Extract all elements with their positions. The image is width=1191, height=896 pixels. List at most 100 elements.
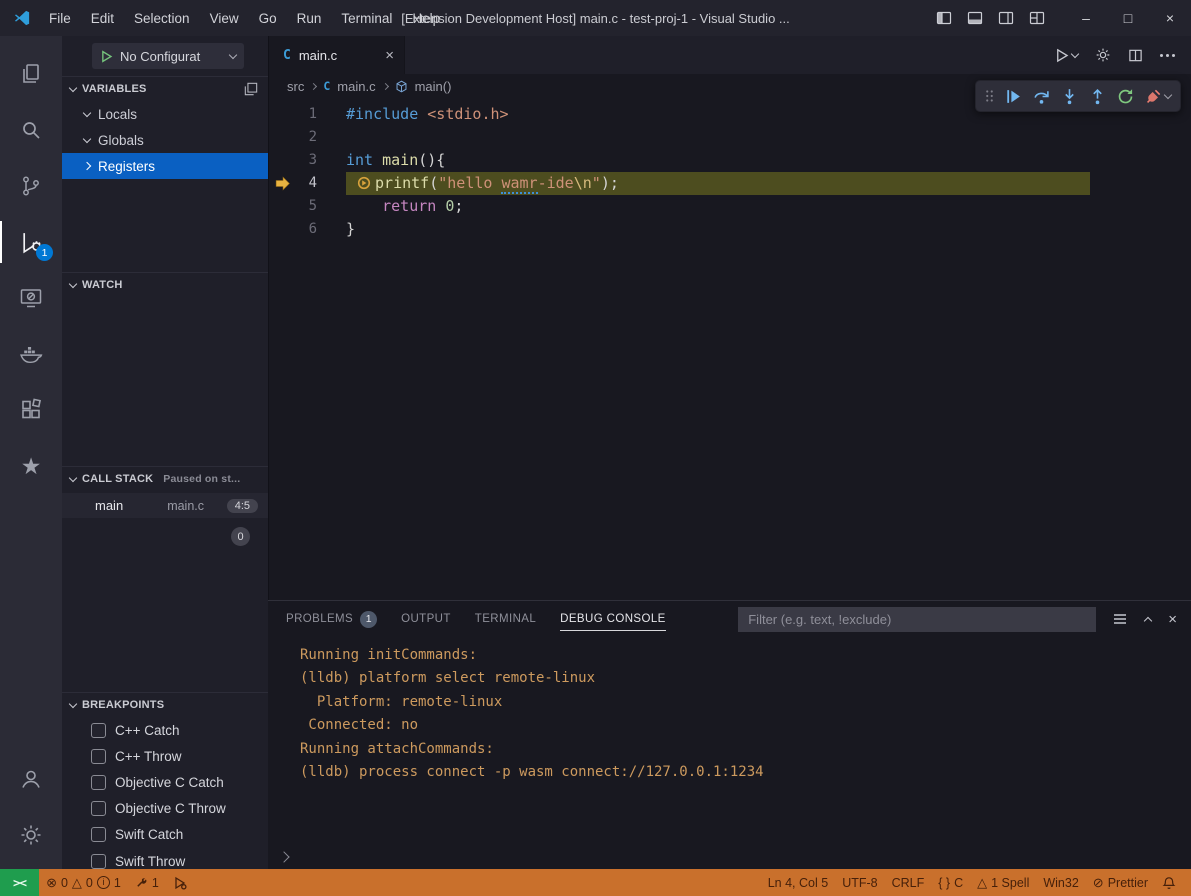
breakpoint-checkbox[interactable] — [91, 749, 106, 764]
eol-indicator[interactable]: CRLF — [885, 869, 932, 896]
line-content[interactable]: } — [346, 218, 355, 241]
customize-layout-icon[interactable] — [1029, 10, 1045, 26]
breakpoint-row[interactable]: C++ Catch — [62, 717, 268, 743]
minimize-button[interactable]: – — [1065, 0, 1107, 36]
console-input-chevron-icon[interactable] — [278, 851, 289, 862]
editor-settings-gear-icon[interactable] — [1095, 47, 1111, 63]
line-gutter[interactable]: 3 — [269, 149, 346, 172]
inline-breakpoint-icon[interactable] — [357, 176, 371, 190]
toolbar-grip-icon[interactable] — [985, 88, 994, 104]
run-file-button[interactable] — [1054, 48, 1078, 63]
maximize-button[interactable]: □ — [1107, 0, 1149, 36]
variables-scope-globals[interactable]: Globals — [62, 127, 268, 153]
panel-tab-problems[interactable]: PROBLEMS1 — [286, 601, 377, 637]
breakpoint-checkbox[interactable] — [91, 801, 106, 816]
more-actions-icon[interactable] — [1160, 54, 1175, 57]
breakpoint-row[interactable]: Objective C Catch — [62, 769, 268, 795]
variables-scope-registers[interactable]: Registers — [62, 153, 268, 179]
menu-view[interactable]: View — [200, 0, 249, 36]
breakpoint-row[interactable]: Objective C Throw — [62, 796, 268, 822]
menu-go[interactable]: Go — [249, 0, 287, 36]
code-editor[interactable]: 1#include <stdio.h>23int main(){4 printf… — [269, 103, 1191, 241]
settings-gear-icon[interactable] — [0, 807, 62, 863]
stack-frame-row[interactable]: main main.c 4:5 — [62, 493, 268, 518]
debug-step-out-button[interactable] — [1089, 88, 1106, 105]
breadcrumb-file[interactable]: main.c — [337, 79, 375, 94]
line-content[interactable]: return 0; — [346, 195, 463, 218]
debug-status-icon[interactable] — [166, 869, 194, 896]
line-gutter[interactable]: 4 — [269, 172, 346, 195]
breadcrumb-symbol[interactable]: main() — [415, 79, 452, 94]
tab-close-icon[interactable]: × — [385, 48, 394, 63]
console-filter-input[interactable] — [738, 607, 1096, 632]
collapse-all-icon[interactable] — [244, 82, 258, 96]
watch-header-label: WATCH — [82, 279, 123, 291]
breadcrumb-folder[interactable]: src — [287, 79, 304, 94]
docker-icon[interactable] — [0, 326, 62, 382]
call-stack-section-header[interactable]: CALL STACK Paused on st... — [62, 467, 268, 491]
toggle-panel-icon[interactable] — [967, 10, 983, 26]
source-control-icon[interactable] — [0, 158, 62, 214]
line-gutter[interactable]: 1 — [269, 103, 346, 126]
notifications-bell-icon[interactable] — [1155, 869, 1183, 896]
debug-restart-button[interactable] — [1117, 88, 1134, 105]
platform-indicator[interactable]: Win32 — [1036, 869, 1085, 896]
breakpoint-row[interactable]: C++ Throw — [62, 743, 268, 769]
debug-continue-button[interactable] — [1005, 88, 1022, 105]
variables-scope-locals[interactable]: Locals — [62, 101, 268, 127]
search-icon[interactable] — [0, 102, 62, 158]
launch-configuration-dropdown[interactable]: No Configurat — [92, 43, 244, 69]
filter-lines-icon[interactable] — [1112, 611, 1128, 627]
breakpoint-checkbox[interactable] — [91, 775, 106, 790]
extensions-icon[interactable] — [0, 382, 62, 438]
prettier-indicator[interactable]: ⊘ Prettier — [1086, 869, 1155, 896]
panel-tab-output[interactable]: OUTPUT — [401, 601, 451, 637]
breakpoint-checkbox[interactable] — [91, 827, 106, 842]
debug-step-over-button[interactable] — [1033, 88, 1050, 105]
debug-step-into-button[interactable] — [1061, 88, 1078, 105]
accounts-icon[interactable] — [0, 751, 62, 807]
split-editor-icon[interactable] — [1128, 48, 1143, 63]
line-gutter[interactable]: 5 — [269, 195, 346, 218]
toggle-secondary-sidebar-icon[interactable] — [998, 10, 1014, 26]
variables-section-header[interactable]: VARIABLES — [62, 77, 268, 101]
panel-tab-terminal[interactable]: TERMINAL — [475, 601, 536, 637]
cursor-position[interactable]: Ln 4, Col 5 — [761, 869, 835, 896]
start-debug-play-icon[interactable] — [100, 50, 113, 63]
toggle-sidebar-icon[interactable] — [936, 10, 952, 26]
panel-tab-debug-console[interactable]: DEBUG CONSOLE — [560, 601, 666, 637]
explorer-icon[interactable] — [0, 46, 62, 102]
menu-file[interactable]: File — [39, 0, 81, 36]
breakpoints-section-header[interactable]: BREAKPOINTS — [62, 693, 268, 717]
breakpoint-checkbox[interactable] — [91, 723, 106, 738]
menu-run[interactable]: Run — [287, 0, 332, 36]
breakpoint-checkbox[interactable] — [91, 854, 106, 869]
watch-section-header[interactable]: WATCH — [62, 273, 268, 297]
line-gutter[interactable]: 6 — [269, 218, 346, 241]
encoding-indicator[interactable]: UTF-8 — [835, 869, 884, 896]
line-gutter[interactable]: 2 — [269, 126, 346, 149]
close-button[interactable]: × — [1149, 0, 1191, 36]
breakpoint-row[interactable]: Swift Catch — [62, 822, 268, 848]
line-content[interactable]: int main(){ — [346, 149, 445, 172]
run-and-debug-icon[interactable]: 1 — [0, 214, 62, 270]
menu-edit[interactable]: Edit — [81, 0, 124, 36]
line-content[interactable]: #include <stdio.h> — [346, 103, 509, 126]
breakpoint-label: Objective C Catch — [115, 775, 224, 790]
tools-indicator[interactable]: 1 — [128, 869, 166, 896]
debug-disconnect-button[interactable] — [1145, 88, 1171, 105]
remote-explorer-icon[interactable] — [0, 270, 62, 326]
favorites-star-icon[interactable]: ★ — [0, 438, 62, 494]
problems-indicator[interactable]: ⊗ 0 △ 0 i 1 — [39, 869, 128, 896]
menu-terminal[interactable]: Terminal — [331, 0, 402, 36]
close-panel-icon[interactable]: × — [1168, 611, 1177, 628]
line-content[interactable]: printf("hello wamr-ide\n"); — [346, 172, 1090, 195]
menu-selection[interactable]: Selection — [124, 0, 200, 36]
circle-slash-icon: ⊘ — [1093, 875, 1104, 891]
panel-tab-label: DEBUG CONSOLE — [560, 613, 666, 625]
remote-indicator[interactable]: >< — [0, 869, 39, 896]
language-mode-indicator[interactable]: { } C — [931, 869, 970, 896]
tab-main-c[interactable]: C main.c × — [269, 36, 405, 74]
spell-checker-indicator[interactable]: △ 1 Spell — [970, 869, 1036, 896]
maximize-panel-icon[interactable] — [1144, 616, 1152, 624]
